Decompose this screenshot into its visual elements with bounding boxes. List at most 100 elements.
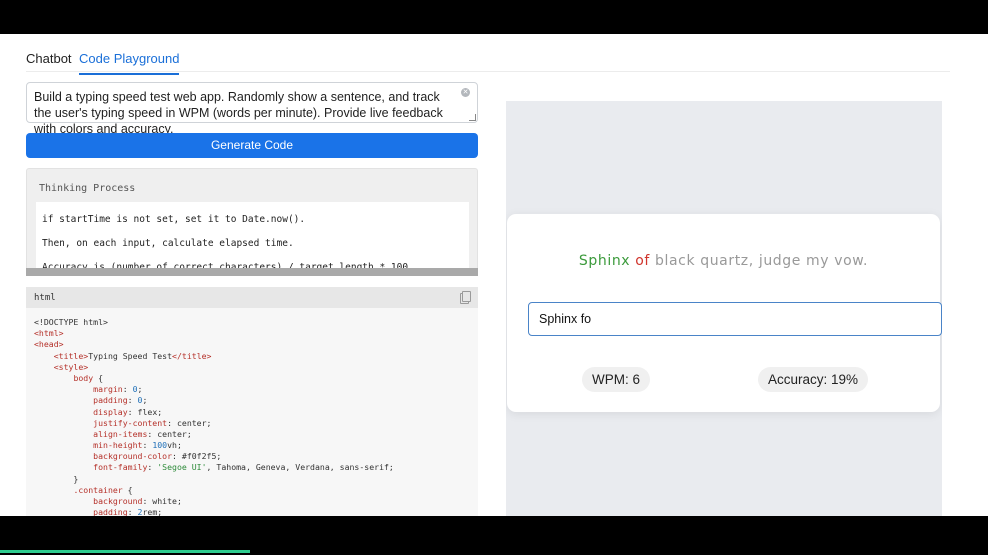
thinking-scrollbar[interactable] bbox=[26, 268, 478, 276]
code-token: .container bbox=[73, 484, 123, 495]
code-header: html bbox=[26, 287, 478, 308]
code-line: display: flex; bbox=[34, 407, 478, 418]
copy-icon[interactable] bbox=[460, 291, 471, 304]
code-token: : center; bbox=[167, 417, 212, 428]
code-token: background bbox=[93, 496, 143, 506]
tab-code-playground[interactable]: Code Playground bbox=[79, 51, 180, 75]
code-panel: html <!DOCTYPE html> <html> <head> <title>… bbox=[26, 287, 478, 516]
code-token: : bbox=[122, 384, 133, 395]
code-line: .container { bbox=[34, 485, 478, 496]
sentence-pending-part: black quartz, judge my vow. bbox=[649, 253, 869, 269]
code-token: display bbox=[93, 406, 128, 417]
code-line: <head> bbox=[34, 339, 478, 350]
code-language-label: html bbox=[34, 293, 56, 303]
wpm-badge: WPM: 6 bbox=[582, 367, 651, 392]
code-line: <!DOCTYPE html> bbox=[34, 317, 478, 328]
code-token: justify-content bbox=[93, 417, 168, 428]
code-token: , Tahoma, Geneva, Verdana, sans-serif; bbox=[206, 462, 394, 473]
letterbox-top bbox=[0, 0, 988, 34]
code-token: : center; bbox=[147, 428, 192, 439]
code-line: padding: 0; bbox=[34, 395, 478, 406]
code-line: body { bbox=[34, 373, 478, 384]
code-token: font-family bbox=[93, 462, 148, 473]
code-token: align-items bbox=[93, 428, 148, 439]
code-token: rem; bbox=[142, 507, 163, 516]
app-window: Chatbot Code Playground Build a typing s… bbox=[0, 34, 988, 516]
preview-pane: Sphinx of black quartz, judge my vow. WP… bbox=[506, 101, 942, 516]
code-token: 100 bbox=[152, 440, 168, 451]
thinking-line: Then, on each input, calculate elapsed t… bbox=[42, 238, 294, 249]
sentence-correct-part: Sphinx bbox=[578, 253, 631, 269]
code-line: background: white; bbox=[34, 496, 478, 507]
prompt-textarea[interactable]: Build a typing speed test web app. Rando… bbox=[26, 82, 478, 136]
code-token: min-height bbox=[93, 440, 143, 451]
code-line: <title>Typing Speed Test</title> bbox=[34, 351, 478, 362]
thinking-line: if startTime is not set, set it to Date.… bbox=[42, 214, 306, 225]
typing-test-card: Sphinx of black quartz, judge my vow. WP… bbox=[507, 214, 942, 412]
tab-chatbot[interactable]: Chatbot bbox=[26, 51, 72, 66]
code-token: : bbox=[147, 462, 158, 473]
code-token: { bbox=[93, 372, 104, 383]
generate-code-button[interactable]: Generate Code bbox=[26, 133, 478, 158]
code-token: Typing Speed Test bbox=[88, 350, 173, 361]
code-token: : bbox=[142, 440, 153, 451]
code-line: <style> bbox=[34, 362, 478, 373]
code-token: <title> bbox=[53, 350, 89, 361]
accuracy-badge: Accuracy: 19% bbox=[758, 367, 869, 392]
code-line: justify-content: center; bbox=[34, 418, 478, 429]
thinking-title: Thinking Process bbox=[39, 183, 136, 194]
prompt-text: Build a typing speed test web app. Rando… bbox=[34, 90, 443, 136]
code-line: min-height: 100vh; bbox=[34, 440, 478, 451]
video-progress-bar bbox=[0, 550, 250, 553]
code-token: </title> bbox=[172, 350, 212, 361]
code-token: : white; bbox=[142, 496, 182, 506]
code-token: padding bbox=[93, 395, 128, 406]
code-token: background-color bbox=[93, 451, 173, 462]
code-token: <style> bbox=[53, 361, 89, 372]
code-line: background-color: #f0f2f5; bbox=[34, 451, 478, 462]
clear-icon[interactable]: ✕ bbox=[461, 88, 470, 97]
resize-handle-icon[interactable] bbox=[469, 114, 476, 121]
code-token: : bbox=[127, 395, 138, 406]
code-token: { bbox=[122, 484, 133, 495]
code-token: : bbox=[127, 507, 138, 516]
code-line: margin: 0; bbox=[34, 384, 478, 395]
code-token: 'Segoe UI' bbox=[157, 462, 207, 473]
code-token: padding bbox=[93, 507, 128, 516]
code-token: : flex; bbox=[127, 406, 163, 417]
typing-input[interactable] bbox=[528, 302, 942, 336]
code-token: margin bbox=[93, 384, 123, 395]
code-line: } bbox=[34, 474, 478, 485]
code-token: body bbox=[73, 372, 94, 383]
code-line: <html> bbox=[34, 328, 478, 339]
thinking-process-panel: Thinking Process if startTime is not set… bbox=[26, 168, 478, 276]
code-token: <html> bbox=[34, 328, 64, 339]
code-token: : #f0f2f5; bbox=[172, 451, 222, 462]
tab-bar: Chatbot Code Playground bbox=[26, 34, 950, 75]
code-line: align-items: center; bbox=[34, 429, 478, 440]
code-token: vh; bbox=[167, 440, 182, 451]
target-sentence: Sphinx of black quartz, judge my vow. bbox=[507, 253, 940, 269]
code-token: <!DOCTYPE html> bbox=[34, 317, 108, 327]
code-line: font-family: 'Segoe UI', Tahoma, Geneva,… bbox=[34, 462, 478, 473]
code-token: ; bbox=[142, 395, 148, 406]
sentence-wrong-part: of bbox=[635, 253, 650, 269]
thinking-body[interactable]: if startTime is not set, set it to Date.… bbox=[36, 202, 469, 272]
code-token: } bbox=[34, 473, 79, 484]
code-line: padding: 2rem; bbox=[34, 507, 478, 516]
code-token: <head> bbox=[34, 339, 64, 350]
code-body[interactable]: <!DOCTYPE html> <html> <head> <title>Typin… bbox=[26, 308, 478, 516]
